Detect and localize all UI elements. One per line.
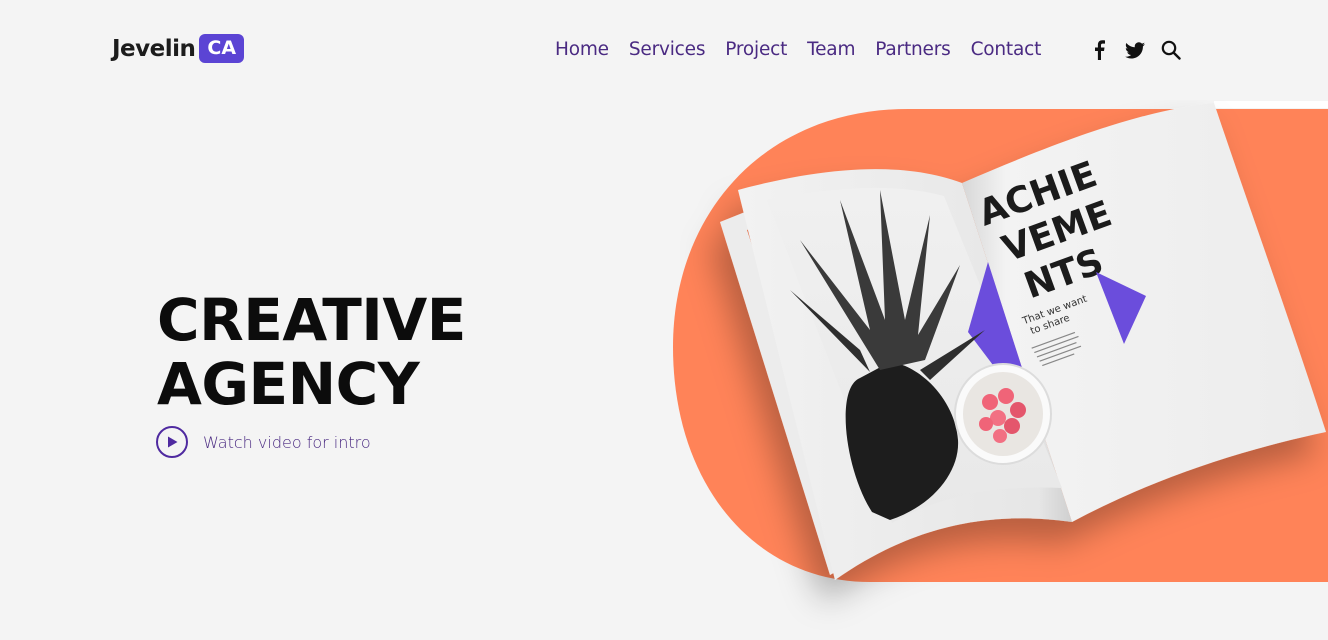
logo-badge: CA xyxy=(199,34,245,63)
hero-title-line-1: CREATIVE xyxy=(157,286,466,354)
logo-text: Jevelin xyxy=(112,35,196,62)
bowl xyxy=(954,363,1052,465)
facebook-icon[interactable] xyxy=(1088,38,1110,62)
twitter-icon[interactable] xyxy=(1124,38,1146,62)
hero-illustration: ACHIE VEME NTS That we want to share xyxy=(673,101,1328,582)
main-nav: Home Services Project Team Partners Cont… xyxy=(555,38,1061,62)
site-logo[interactable]: Jevelin CA xyxy=(112,34,245,63)
nav-services[interactable]: Services xyxy=(629,38,706,62)
hero-title-line-2: AGENCY xyxy=(157,350,420,418)
hero-title: CREATIVE AGENCY xyxy=(157,288,466,416)
nav-project[interactable]: Project xyxy=(725,38,787,62)
watch-video-link[interactable]: Watch video for intro xyxy=(156,426,371,458)
nav-team[interactable]: Team xyxy=(807,38,855,62)
nav-contact[interactable]: Contact xyxy=(971,38,1042,62)
search-icon[interactable] xyxy=(1160,38,1182,62)
watch-video-label: Watch video for intro xyxy=(203,432,371,452)
play-icon[interactable] xyxy=(156,426,188,458)
nav-partners[interactable]: Partners xyxy=(875,38,950,62)
nav-home[interactable]: Home xyxy=(555,38,609,62)
nav-icons xyxy=(1088,38,1196,62)
